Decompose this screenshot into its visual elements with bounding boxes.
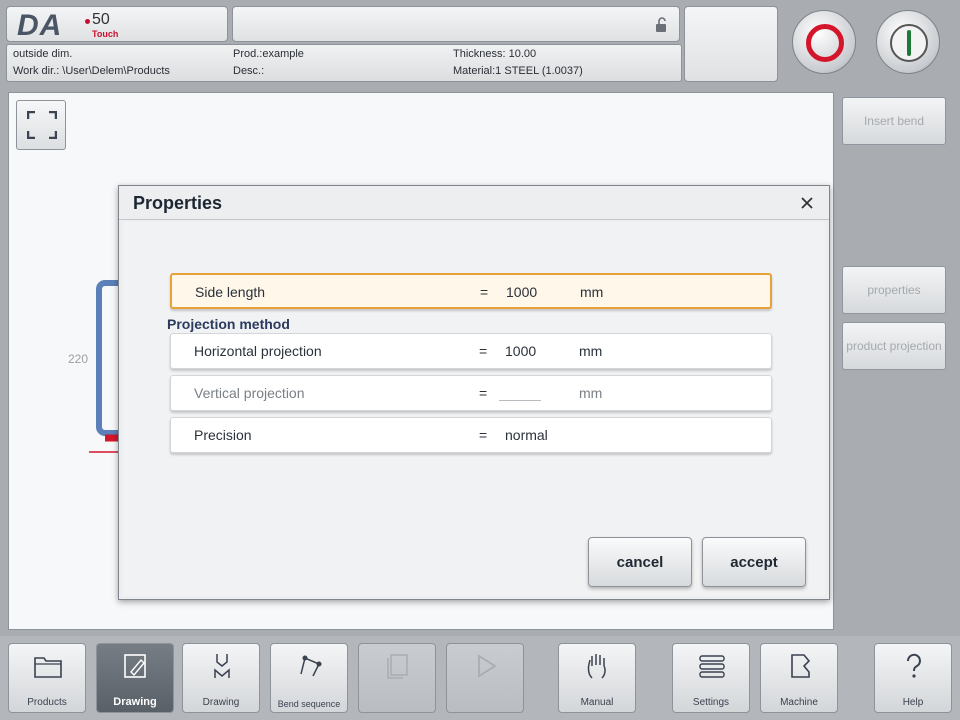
stop-circle-icon (806, 24, 844, 62)
nav-machine[interactable]: Machine (760, 643, 838, 713)
header-blank-panel (684, 6, 778, 82)
insert-bend-button[interactable]: Insert bend (842, 97, 946, 145)
unlock-icon (656, 17, 666, 32)
vertical-projection-row[interactable]: Vertical projection = mm (170, 375, 772, 411)
vertical-projection-label: Vertical projection (194, 385, 305, 401)
nav-document-stack[interactable] (358, 643, 436, 713)
product-name: Prod.:example (233, 48, 304, 60)
horizontal-projection-row[interactable]: Horizontal projection = 1000 mm (170, 333, 772, 369)
logo-variant: Touch (92, 29, 119, 39)
material-value: Material:1 STEEL (1.0037) (453, 65, 583, 77)
workdir-label: Work dir.: \User\Delem\Products (13, 65, 170, 77)
product-projection-button[interactable]: product projection (842, 322, 946, 370)
document-stack-icon (387, 654, 408, 679)
nav-machine-label: Machine (780, 697, 818, 708)
bend-sequence-icon (300, 655, 322, 677)
outside-dim-label: outside dim. (13, 48, 73, 60)
nav-help[interactable]: Help (874, 643, 952, 713)
nav-manual[interactable]: Manual (558, 643, 636, 713)
nav-products-label: Products (27, 697, 67, 708)
cancel-button[interactable]: cancel (588, 537, 692, 587)
properties-button[interactable]: properties (842, 266, 946, 314)
dimension-label: 220 (68, 352, 89, 366)
start-button[interactable] (876, 10, 940, 74)
title-bar (232, 6, 680, 42)
nav-manual-label: Manual (580, 697, 614, 708)
side-length-unit: mm (580, 284, 604, 300)
machine-icon (791, 654, 811, 678)
logo: DA 50 Touch (6, 6, 228, 42)
equals-sign: = (479, 385, 488, 401)
logo-model: 50 (92, 11, 110, 28)
drawing-pencil-icon (124, 654, 146, 678)
logo-dot (85, 19, 90, 24)
nav-help-label: Help (902, 697, 924, 708)
nav-bend-sequence[interactable]: Bend sequence (270, 643, 348, 713)
tool-drawing-icon (214, 654, 230, 678)
dialog-title: Properties (133, 193, 223, 213)
folder-icon (34, 657, 62, 678)
nav-settings[interactable]: Settings (672, 643, 750, 713)
nav-drawing-label: Drawing (113, 695, 157, 708)
projection-method-heading: Projection method (167, 316, 290, 332)
horizontal-projection-unit: mm (579, 343, 603, 359)
equals-sign: = (479, 427, 488, 443)
nav-bend-sequence-label: Bend sequence (277, 699, 341, 710)
fit-frame-icon (27, 111, 57, 139)
dialog-header: Properties (119, 186, 829, 220)
play-icon (478, 654, 497, 678)
thickness-value: Thickness: 10.00 (453, 48, 537, 60)
precision-row[interactable]: Precision = normal (170, 417, 772, 453)
side-length-row[interactable]: Side length = 1000 mm (170, 273, 772, 309)
settings-list-icon (699, 655, 725, 678)
logo-brand: DA (17, 9, 63, 42)
horizontal-projection-value[interactable]: 1000 (505, 343, 536, 359)
horizontal-projection-label: Horizontal projection (194, 343, 322, 359)
nav-tool-drawing-label: Drawing (202, 697, 240, 708)
help-question-icon (906, 653, 921, 678)
precision-label: Precision (194, 427, 252, 443)
nav-play[interactable] (446, 643, 524, 713)
nav-drawing[interactable]: Drawing (96, 643, 174, 713)
product-desc: Desc.: (233, 65, 265, 77)
vertical-projection-unit: mm (579, 385, 603, 401)
empty-value-line (499, 400, 541, 401)
accept-button[interactable]: accept (702, 537, 806, 587)
side-length-label: Side length (195, 284, 266, 300)
nav-tool-drawing[interactable]: Drawing (182, 643, 260, 713)
precision-value[interactable]: normal (505, 427, 548, 443)
product-info-strip: outside dim. Work dir.: \User\Delem\Prod… (6, 44, 682, 82)
equals-sign: = (479, 343, 488, 359)
nav-settings-label: Settings (692, 697, 730, 708)
hand-icon (587, 654, 606, 679)
nav-products[interactable]: Products (8, 643, 86, 713)
side-length-value[interactable]: 1000 (506, 284, 537, 300)
stop-button[interactable] (792, 10, 856, 74)
close-icon[interactable] (799, 195, 815, 211)
equals-sign: = (480, 284, 489, 300)
zoom-fit-button[interactable] (16, 100, 66, 150)
